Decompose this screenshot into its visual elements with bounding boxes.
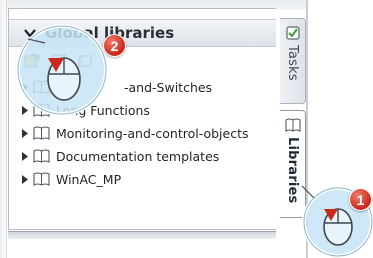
tree-item-label: WinAC_MP <box>56 171 122 187</box>
tree-item-label: Documentation templates <box>56 148 220 164</box>
tree-item[interactable]: Monitoring-and-control-objects <box>21 124 249 142</box>
expand-arrow-icon[interactable] <box>21 128 29 138</box>
window-left-edge <box>0 0 7 258</box>
panel-bottom-scroll-edge <box>8 231 276 239</box>
library-book-icon <box>33 172 50 186</box>
tasks-icon <box>285 25 301 41</box>
tab-tasks[interactable]: Tasks <box>280 18 306 104</box>
library-book-icon <box>33 149 50 163</box>
tab-tasks-label: Tasks <box>285 45 300 81</box>
mouse-click-callout-2 <box>12 20 112 120</box>
screen: Global libraries -and-Switches Long Func… <box>0 0 373 258</box>
tree-item-label: Monitoring-and-control-objects <box>56 125 249 141</box>
tree-item-label: -and-Switches <box>124 79 213 95</box>
tree-item[interactable]: WinAC_MP <box>21 170 121 188</box>
expand-arrow-icon[interactable] <box>21 151 29 161</box>
expand-arrow-icon[interactable] <box>21 174 29 184</box>
callout-badge-1: 1 <box>349 188 372 211</box>
book-icon <box>284 117 301 133</box>
library-book-icon <box>33 126 50 140</box>
tree-item[interactable]: Documentation templates <box>21 147 219 165</box>
callout-badge-2: 2 <box>103 34 126 57</box>
